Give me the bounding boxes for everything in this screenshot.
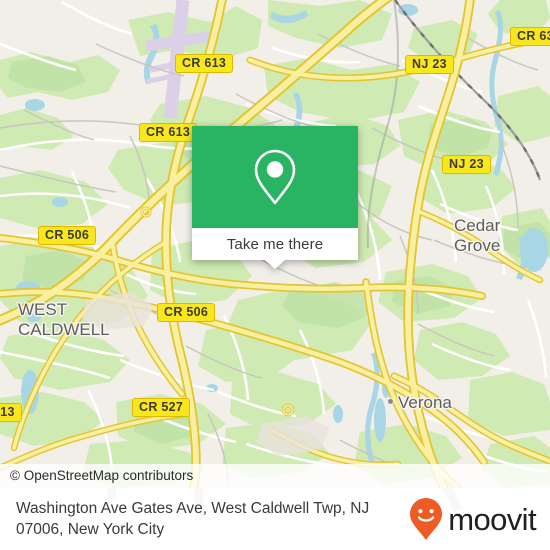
address-line-1: Washington Ave Gates Ave, West Caldwell … bbox=[16, 500, 370, 517]
moovit-wordmark: moovit bbox=[448, 501, 536, 537]
place-dot-verona bbox=[387, 398, 394, 405]
map-attribution: © OpenStreetMap contributors bbox=[0, 464, 550, 488]
road-shield-cr613-north: CR 613 bbox=[175, 54, 234, 73]
card-action-bar[interactable]: Take me there bbox=[192, 228, 358, 269]
card-pointer-tail bbox=[265, 260, 285, 269]
footer-content: Washington Ave Gates Ave, West Caldwell … bbox=[0, 488, 550, 550]
road-shield-cr506-west: CR 506 bbox=[38, 226, 97, 245]
road-shield-cr613-west: CR 613 bbox=[139, 123, 198, 142]
place-label-line: Cedar bbox=[454, 216, 501, 235]
place-label-line: Verona bbox=[398, 393, 452, 412]
road-shield-nj23-north: NJ 23 bbox=[405, 55, 454, 74]
location-pin-icon bbox=[254, 149, 296, 205]
place-label-line: Grove bbox=[454, 236, 501, 255]
card-icon-area bbox=[192, 126, 358, 228]
place-label-verona: Verona bbox=[398, 393, 452, 412]
address-line-2: 07006, New York City bbox=[16, 521, 165, 538]
footer-bar: Washington Ave Gates Ave, West Caldwell … bbox=[0, 488, 550, 550]
take-me-there-label: Take me there bbox=[226, 235, 324, 253]
road-shield-613-edge: 613 bbox=[0, 403, 22, 422]
place-label-west-caldwell: WEST CALDWELL bbox=[18, 300, 110, 340]
place-label-cedar-grove: Cedar Grove bbox=[454, 216, 500, 256]
place-label-line: CALDWELL bbox=[18, 320, 110, 339]
address-text: Washington Ave Gates Ave, West Caldwell … bbox=[16, 498, 398, 540]
moovit-smiley-pin-icon bbox=[410, 498, 443, 540]
place-label-line: WEST bbox=[18, 300, 68, 319]
road-shield-nj23-east: NJ 23 bbox=[442, 155, 491, 174]
road-shield-cr631: CR 631 bbox=[510, 27, 550, 46]
moovit-brand[interactable]: moovit bbox=[409, 497, 537, 541]
moovit-map-screenshot: CR 613 CR 613 NJ 23 CR 631 NJ 23 CR 506 … bbox=[0, 0, 550, 550]
road-shield-cr527: CR 527 bbox=[132, 398, 191, 417]
take-me-there-card[interactable]: Take me there bbox=[192, 126, 358, 269]
road-shield-cr506-center: CR 506 bbox=[157, 303, 216, 322]
